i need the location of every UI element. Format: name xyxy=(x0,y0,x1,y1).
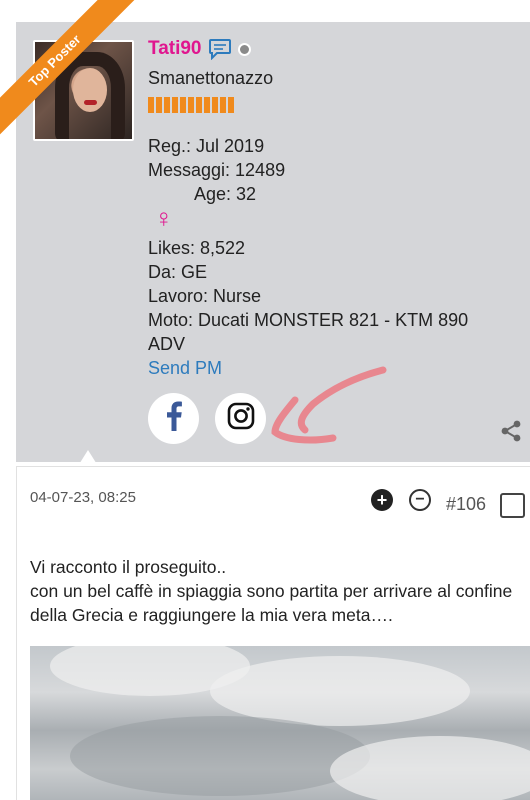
post-number[interactable]: #106 xyxy=(446,494,486,515)
instagram-icon xyxy=(227,402,255,435)
upvote-button[interactable]: + xyxy=(371,489,393,511)
rank-bar xyxy=(148,97,234,113)
post-text-line: Vi racconto il proseguito.. xyxy=(30,557,227,577)
post-select-checkbox[interactable] xyxy=(500,493,525,518)
offline-status-dot xyxy=(237,42,251,56)
downvote-button[interactable]: − xyxy=(409,489,431,511)
user-title: Smanettonazzo xyxy=(148,68,274,88)
post-body: Vi racconto il proseguito.. con un bel c… xyxy=(30,555,525,627)
chat-bubble-icon[interactable] xyxy=(208,38,232,60)
send-pm-link[interactable]: Send PM xyxy=(148,356,222,380)
registration-date: Reg.: Jul 2019 xyxy=(148,136,265,156)
facebook-button[interactable] xyxy=(148,393,199,444)
user-motorcycle: Moto: Ducati MONSTER 821 - KTM 890 ADV xyxy=(148,310,469,354)
top-poster-ribbon: Top Poster xyxy=(0,0,139,140)
post-date: 04-07-23, 08:25 xyxy=(30,489,136,506)
facebook-icon xyxy=(165,401,183,436)
instagram-button[interactable] xyxy=(215,393,266,444)
user-age: Age: 32 xyxy=(194,184,257,204)
username-row: Tati90 xyxy=(148,38,251,60)
female-gender-icon: ♀ xyxy=(154,203,174,233)
user-location: Da: GE xyxy=(148,262,208,282)
username[interactable]: Tati90 xyxy=(148,38,202,60)
post-pointer xyxy=(78,450,98,466)
post-text-line: con un bel caffè in spiaggia sono partit… xyxy=(30,581,513,625)
hand-drawn-arrow-annotation xyxy=(271,366,387,444)
share-icon[interactable] xyxy=(500,420,522,447)
likes-count: Likes: 8,522 xyxy=(148,238,246,258)
post-image[interactable] xyxy=(30,646,530,800)
message-count: Messaggi: 12489 xyxy=(148,160,286,180)
user-job: Lavoro: Nurse xyxy=(148,286,262,306)
